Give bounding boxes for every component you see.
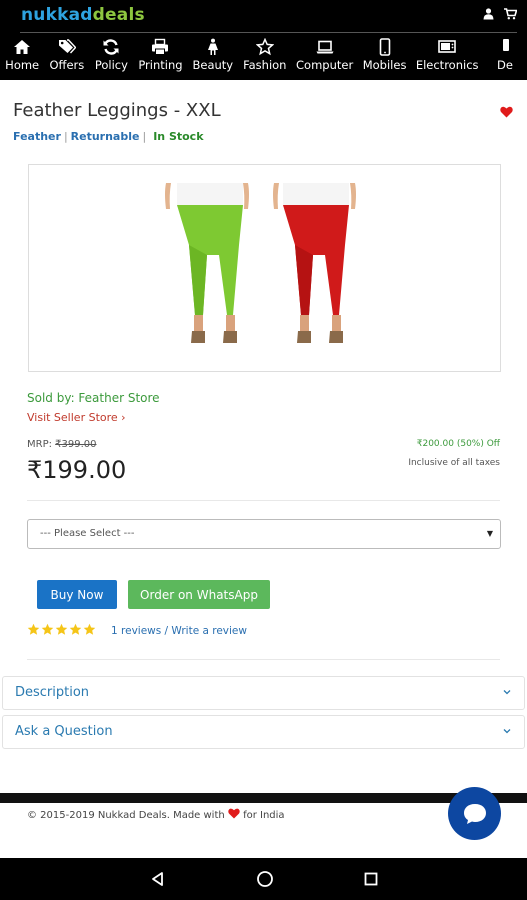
star-icon: [41, 623, 54, 635]
top-bar: nukkaddeals Home Offers Policy Printing …: [0, 0, 527, 80]
buy-now-button[interactable]: Buy Now: [37, 580, 117, 609]
meta-separator: |: [63, 130, 68, 143]
nav-label: Printing: [138, 58, 183, 72]
star-icon: [27, 623, 40, 635]
nav-item-electronics[interactable]: Electronics: [411, 38, 483, 78]
site-logo[interactable]: nukkaddeals: [21, 5, 145, 25]
star-icon: [255, 38, 274, 56]
logo-part2: deals: [92, 5, 145, 25]
home-circle-icon[interactable]: [256, 870, 274, 888]
star-icon: [55, 623, 68, 635]
nav-label: Beauty: [192, 58, 234, 72]
stock-status: In Stock: [153, 130, 204, 143]
nav-item-computer[interactable]: Computer: [291, 38, 357, 78]
product-meta: Feather | Returnable | In Stock: [13, 130, 204, 143]
visit-seller-label: Visit Seller Store: [27, 411, 118, 424]
nav-item-mobiles[interactable]: Mobiles: [358, 38, 412, 78]
divider: [27, 500, 500, 501]
laptop-icon: [316, 40, 334, 54]
price: ₹199.00: [27, 456, 127, 484]
recents-icon[interactable]: [364, 872, 378, 886]
sold-by: Sold by: Feather Store: [27, 391, 160, 405]
divider: [27, 659, 500, 660]
nav-label: Home: [5, 58, 40, 72]
wishlist-heart-icon[interactable]: [500, 105, 513, 123]
nav-label: Policy: [94, 58, 128, 72]
nav-label: Offers: [49, 58, 85, 72]
brand-link[interactable]: Feather: [13, 130, 61, 143]
visit-seller-link[interactable]: Visit Seller Store ›: [27, 411, 126, 424]
back-icon[interactable]: [150, 871, 166, 887]
rating-stars: [27, 623, 96, 636]
chevron-down-icon: [503, 690, 511, 695]
accordion-label: Description: [15, 685, 90, 700]
phone-icon: [502, 39, 509, 51]
footer-bar: [0, 793, 527, 803]
mrp-value: ₹399.00: [55, 439, 97, 450]
nav-item-printing[interactable]: Printing: [133, 38, 187, 78]
cart-icon[interactable]: [504, 8, 517, 20]
product-title: Feather Leggings - XXL: [13, 100, 221, 121]
nav-item-beauty[interactable]: Beauty: [187, 38, 238, 78]
accordion-label: Ask a Question: [15, 724, 113, 739]
top-divider: [20, 32, 517, 33]
nav-item-fashion[interactable]: Fashion: [238, 38, 291, 78]
product-image[interactable]: [28, 164, 501, 372]
tv-icon: [438, 40, 456, 53]
nav-item-policy[interactable]: Policy: [89, 38, 133, 78]
female-icon: [207, 38, 218, 55]
footer-text: © 2015-2019 Nukkad Deals. Made with for …: [27, 808, 285, 821]
discount-text: ₹200.00 (50%) Off: [416, 439, 500, 449]
tablet-icon: [379, 38, 390, 56]
red-leggings-figure: [273, 183, 356, 343]
nav-label: Electronics: [415, 58, 479, 72]
nav-item-more[interactable]: De: [483, 38, 527, 78]
refresh-icon: [103, 39, 119, 55]
meta-separator: |: [142, 130, 147, 143]
top-icons: [483, 8, 517, 20]
caret-down-icon: ▼: [486, 529, 493, 538]
printer-icon: [152, 38, 169, 55]
chevron-down-icon: [503, 729, 511, 734]
accordion-ask-question[interactable]: Ask a Question: [2, 715, 525, 749]
user-icon[interactable]: [483, 8, 494, 20]
accordion-description[interactable]: Description: [2, 676, 525, 710]
select-value: --- Please Select ---: [40, 528, 135, 539]
star-icon: [69, 623, 82, 635]
nav-label: Mobiles: [362, 58, 407, 72]
logo-part1: nukkad: [21, 5, 93, 25]
chat-button[interactable]: [448, 787, 501, 840]
nav-label: Computer: [296, 58, 354, 72]
nav-item-offers[interactable]: Offers: [44, 38, 89, 78]
mrp-label: MRP:: [27, 439, 56, 450]
returnable-badge[interactable]: Returnable: [71, 130, 140, 143]
taxes-note: Inclusive of all taxes: [408, 458, 500, 468]
chevron-right-icon: ›: [121, 411, 126, 424]
green-leggings-figure: [165, 183, 249, 343]
heart-icon: [228, 808, 240, 821]
android-nav-bar: [0, 858, 527, 900]
nav-label: De: [497, 58, 513, 72]
footer-text-before: © 2015-2019 Nukkad Deals. Made with: [27, 810, 228, 821]
star-icon: [83, 623, 96, 635]
size-select[interactable]: --- Please Select --- ▼: [27, 519, 501, 549]
footer-text-after: for India: [239, 810, 285, 821]
home-icon: [14, 40, 31, 54]
order-whatsapp-button[interactable]: Order on WhatsApp: [128, 580, 270, 609]
chat-bubble-icon: [463, 803, 486, 824]
tags-icon: [58, 39, 76, 54]
nav-item-home[interactable]: Home: [0, 38, 44, 78]
mrp: MRP: ₹399.00: [27, 439, 97, 450]
nav-label: Fashion: [243, 58, 287, 72]
reviews-link[interactable]: 1 reviews / Write a review: [111, 625, 247, 637]
category-nav: Home Offers Policy Printing Beauty Fashi…: [0, 38, 527, 78]
